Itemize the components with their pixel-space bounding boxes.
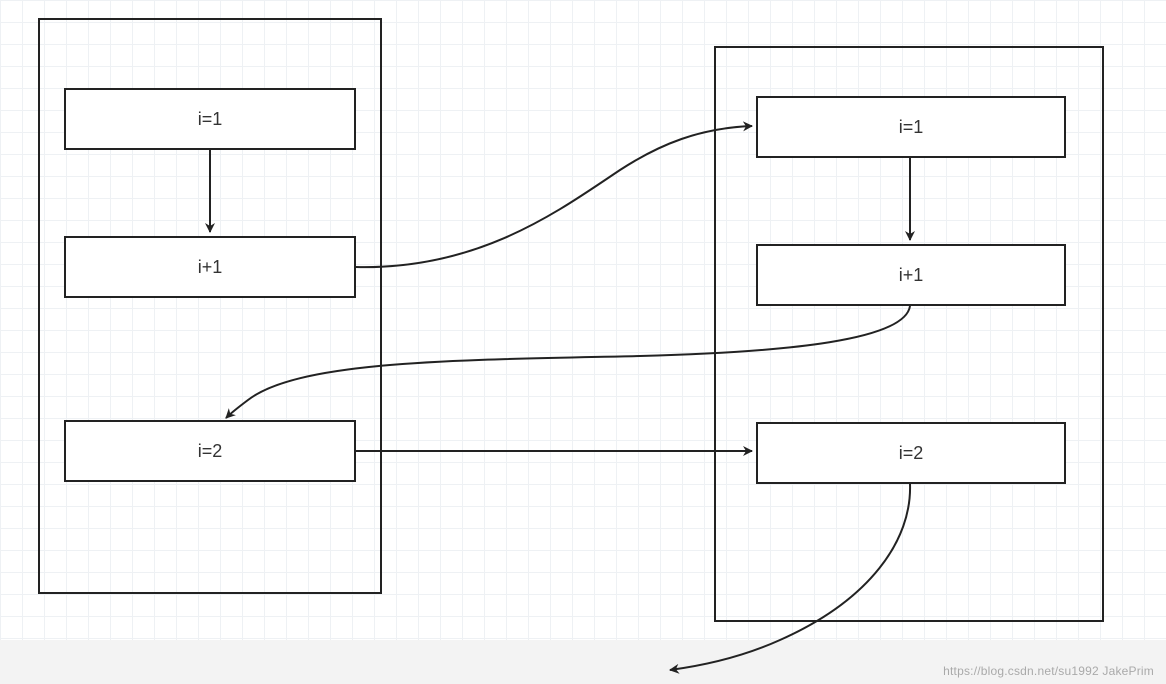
left-node-1: i=1 bbox=[64, 88, 356, 150]
right-node-1: i=1 bbox=[756, 96, 1066, 158]
right-node-2-label: i+1 bbox=[899, 265, 924, 286]
arrow-left2-right1 bbox=[356, 126, 752, 267]
left-node-2: i+1 bbox=[64, 236, 356, 298]
right-node-1-label: i=1 bbox=[899, 117, 924, 138]
right-node-2: i+1 bbox=[756, 244, 1066, 306]
watermark-text: https://blog.csdn.net/su1992 JakePrim bbox=[943, 664, 1154, 678]
right-node-3: i=2 bbox=[756, 422, 1066, 484]
left-node-2-label: i+1 bbox=[198, 257, 223, 278]
right-node-3-label: i=2 bbox=[899, 443, 924, 464]
left-node-1-label: i=1 bbox=[198, 109, 223, 130]
arrow-right2-left3 bbox=[226, 306, 910, 418]
arrow-right3-out bbox=[670, 484, 910, 670]
left-node-3: i=2 bbox=[64, 420, 356, 482]
left-node-3-label: i=2 bbox=[198, 441, 223, 462]
